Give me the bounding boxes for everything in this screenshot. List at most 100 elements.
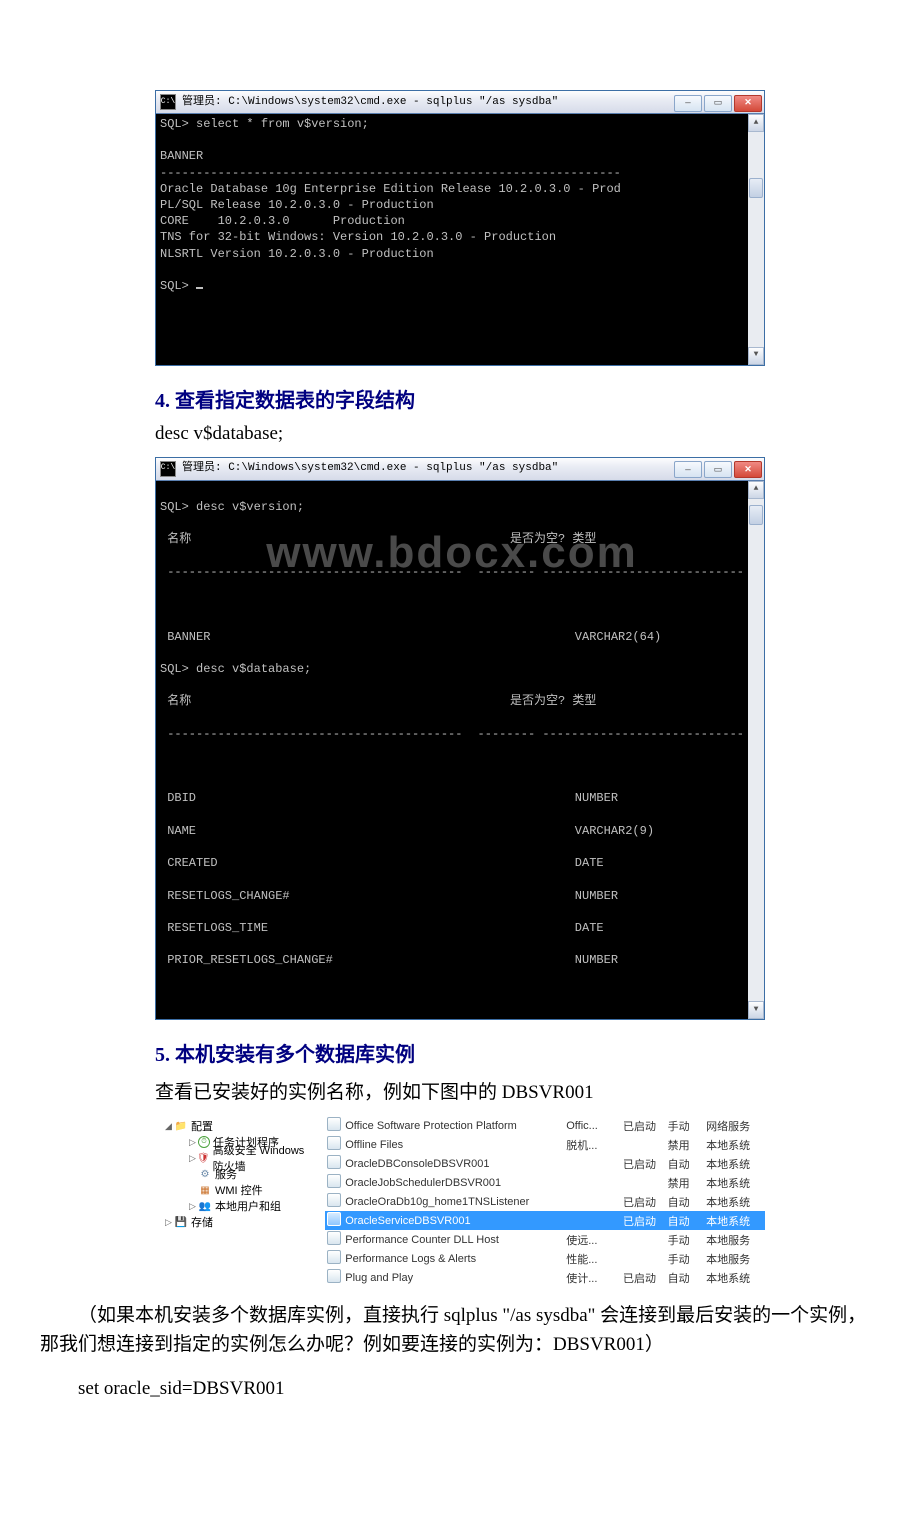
close-button[interactable]: ✕ — [734, 95, 762, 112]
cmd-icon: C:\ — [160, 94, 176, 110]
cmd-window-1: C:\ 管理员: C:\Windows\system32\cmd.exe - s… — [155, 90, 765, 366]
cursor — [196, 287, 203, 289]
service-gear-icon — [327, 1269, 341, 1283]
scroll-up-icon[interactable]: ▲ — [748, 114, 764, 132]
service-status: 已启动 — [621, 1268, 666, 1287]
service-gear-icon — [327, 1136, 341, 1150]
brick-icon: ▦ — [198, 1184, 212, 1196]
service-gear-icon — [327, 1117, 341, 1131]
service-gear-icon — [327, 1212, 341, 1226]
service-gear-icon — [327, 1155, 341, 1169]
service-account: 本地系统 — [704, 1192, 765, 1211]
service-row[interactable]: OracleJobSchedulerDBSVR001 禁用本地系统 — [325, 1173, 765, 1192]
tree-item[interactable]: ▷🛡高级安全 Windows 防火墙 — [165, 1150, 305, 1166]
service-gear-icon — [327, 1231, 341, 1245]
mmc-tree: ◢📁配置 ▷⏱任务计划程序 ▷🛡高级安全 Windows 防火墙 ⚙服务 ▦WM… — [165, 1116, 305, 1287]
code-line-4: desc v$database; — [155, 423, 765, 445]
service-name: Performance Counter DLL Host — [343, 1230, 564, 1249]
tree-storage[interactable]: ▷💾存储 — [165, 1214, 305, 1230]
service-desc: 使远... — [564, 1230, 621, 1249]
service-mode: 手动 — [666, 1230, 705, 1249]
tree-item[interactable]: ▷👥本地用户和组 — [165, 1198, 305, 1214]
cmd-titlebar: C:\ 管理员: C:\Windows\system32\cmd.exe - s… — [156, 91, 764, 114]
service-status — [621, 1249, 666, 1268]
service-account: 本地系统 — [704, 1154, 765, 1173]
service-desc — [564, 1211, 621, 1230]
cmd-window-2: C:\ 管理员: C:\Windows\system32\cmd.exe - s… — [155, 457, 765, 1020]
service-desc: Offic... — [564, 1116, 621, 1135]
maximize-button[interactable]: ▭ — [704, 95, 732, 112]
scroll-thumb[interactable] — [749, 178, 763, 198]
service-account: 网络服务 — [704, 1116, 765, 1135]
folder-icon: 📁 — [174, 1120, 188, 1132]
service-name: Plug and Play — [343, 1268, 564, 1287]
service-status — [621, 1135, 666, 1154]
service-row[interactable]: OracleServiceDBSVR001已启动自动本地系统 — [325, 1211, 765, 1230]
scrollbar[interactable]: ▲ ▼ — [748, 114, 764, 365]
service-desc — [564, 1192, 621, 1211]
service-desc — [564, 1173, 621, 1192]
cmd-icon: C:\ — [160, 461, 176, 477]
service-row[interactable]: Offline Files脱机...禁用本地系统 — [325, 1135, 765, 1154]
services-snapshot: ◢📁配置 ▷⏱任务计划程序 ▷🛡高级安全 Windows 防火墙 ⚙服务 ▦WM… — [165, 1116, 765, 1287]
service-desc: 使计... — [564, 1268, 621, 1287]
service-row[interactable]: OracleDBConsoleDBSVR001已启动自动本地系统 — [325, 1154, 765, 1173]
service-row[interactable]: Performance Counter DLL Host使远... 手动本地服务 — [325, 1230, 765, 1249]
cmd-titlebar: C:\ 管理员: C:\Windows\system32\cmd.exe - s… — [156, 458, 764, 481]
service-name: Performance Logs & Alerts — [343, 1249, 564, 1268]
service-gear-icon — [327, 1174, 341, 1188]
service-row[interactable]: Plug and Play使计...已启动自动本地系统 — [325, 1268, 765, 1287]
maximize-button[interactable]: ▭ — [704, 461, 732, 478]
scroll-up-icon[interactable]: ▲ — [748, 481, 764, 499]
clock-icon: ⏱ — [198, 1136, 210, 1148]
service-name: OracleJobSchedulerDBSVR001 — [343, 1173, 564, 1192]
cmd-title: 管理员: C:\Windows\system32\cmd.exe - sqlpl… — [182, 461, 674, 476]
service-mode: 手动 — [666, 1116, 705, 1135]
scroll-down-icon[interactable]: ▼ — [748, 347, 764, 365]
users-icon: 👥 — [198, 1200, 212, 1212]
minimize-button[interactable]: — — [674, 461, 702, 478]
service-account: 本地服务 — [704, 1249, 765, 1268]
tree-root[interactable]: ◢📁配置 — [165, 1118, 305, 1134]
service-account: 本地服务 — [704, 1230, 765, 1249]
scroll-thumb[interactable] — [749, 505, 763, 525]
service-row[interactable]: OracleOraDb10g_home1TNSListener已启动自动本地系统 — [325, 1192, 765, 1211]
service-status: 已启动 — [621, 1192, 666, 1211]
service-name: OracleDBConsoleDBSVR001 — [343, 1154, 564, 1173]
service-mode: 自动 — [666, 1211, 705, 1230]
service-mode: 自动 — [666, 1268, 705, 1287]
scroll-down-icon[interactable]: ▼ — [748, 1001, 764, 1019]
service-row[interactable]: Office Software Protection PlatformOffic… — [325, 1116, 765, 1135]
service-mode: 手动 — [666, 1249, 705, 1268]
service-account: 本地系统 — [704, 1211, 765, 1230]
paragraph: （如果本机安装多个数据库实例，直接执行 sqlplus "/as sysdba"… — [40, 1301, 870, 1360]
service-status: 已启动 — [621, 1116, 666, 1135]
service-desc — [564, 1154, 621, 1173]
service-gear-icon — [327, 1250, 341, 1264]
disk-icon: 💾 — [174, 1216, 188, 1228]
close-button[interactable]: ✕ — [734, 461, 762, 478]
gear-icon: ⚙ — [198, 1168, 212, 1180]
scrollbar[interactable]: ▲ ▼ — [748, 481, 764, 1019]
cmd-title: 管理员: C:\Windows\system32\cmd.exe - sqlpl… — [182, 95, 674, 110]
service-account: 本地系统 — [704, 1135, 765, 1154]
shield-icon: 🛡 — [197, 1152, 210, 1164]
service-mode: 自动 — [666, 1154, 705, 1173]
service-name: OracleServiceDBSVR001 — [343, 1211, 564, 1230]
service-name: Office Software Protection Platform — [343, 1116, 564, 1135]
service-mode: 禁用 — [666, 1135, 705, 1154]
service-row[interactable]: Performance Logs & Alerts性能... 手动本地服务 — [325, 1249, 765, 1268]
set-line: set oracle_sid=DBSVR001 — [40, 1374, 870, 1403]
service-account: 本地系统 — [704, 1173, 765, 1192]
heading-4: 4. 查看指定数据表的字段结构 — [155, 384, 765, 413]
heading-5: 5. 本机安装有多个数据库实例 — [155, 1038, 765, 1067]
service-mode: 禁用 — [666, 1173, 705, 1192]
service-name: OracleOraDb10g_home1TNSListener — [343, 1192, 564, 1211]
service-gear-icon — [327, 1193, 341, 1207]
service-status — [621, 1173, 666, 1192]
service-name: Offline Files — [343, 1135, 564, 1154]
service-account: 本地系统 — [704, 1268, 765, 1287]
tree-item[interactable]: ▦WMI 控件 — [165, 1182, 305, 1198]
service-desc: 性能... — [564, 1249, 621, 1268]
minimize-button[interactable]: — — [674, 95, 702, 112]
